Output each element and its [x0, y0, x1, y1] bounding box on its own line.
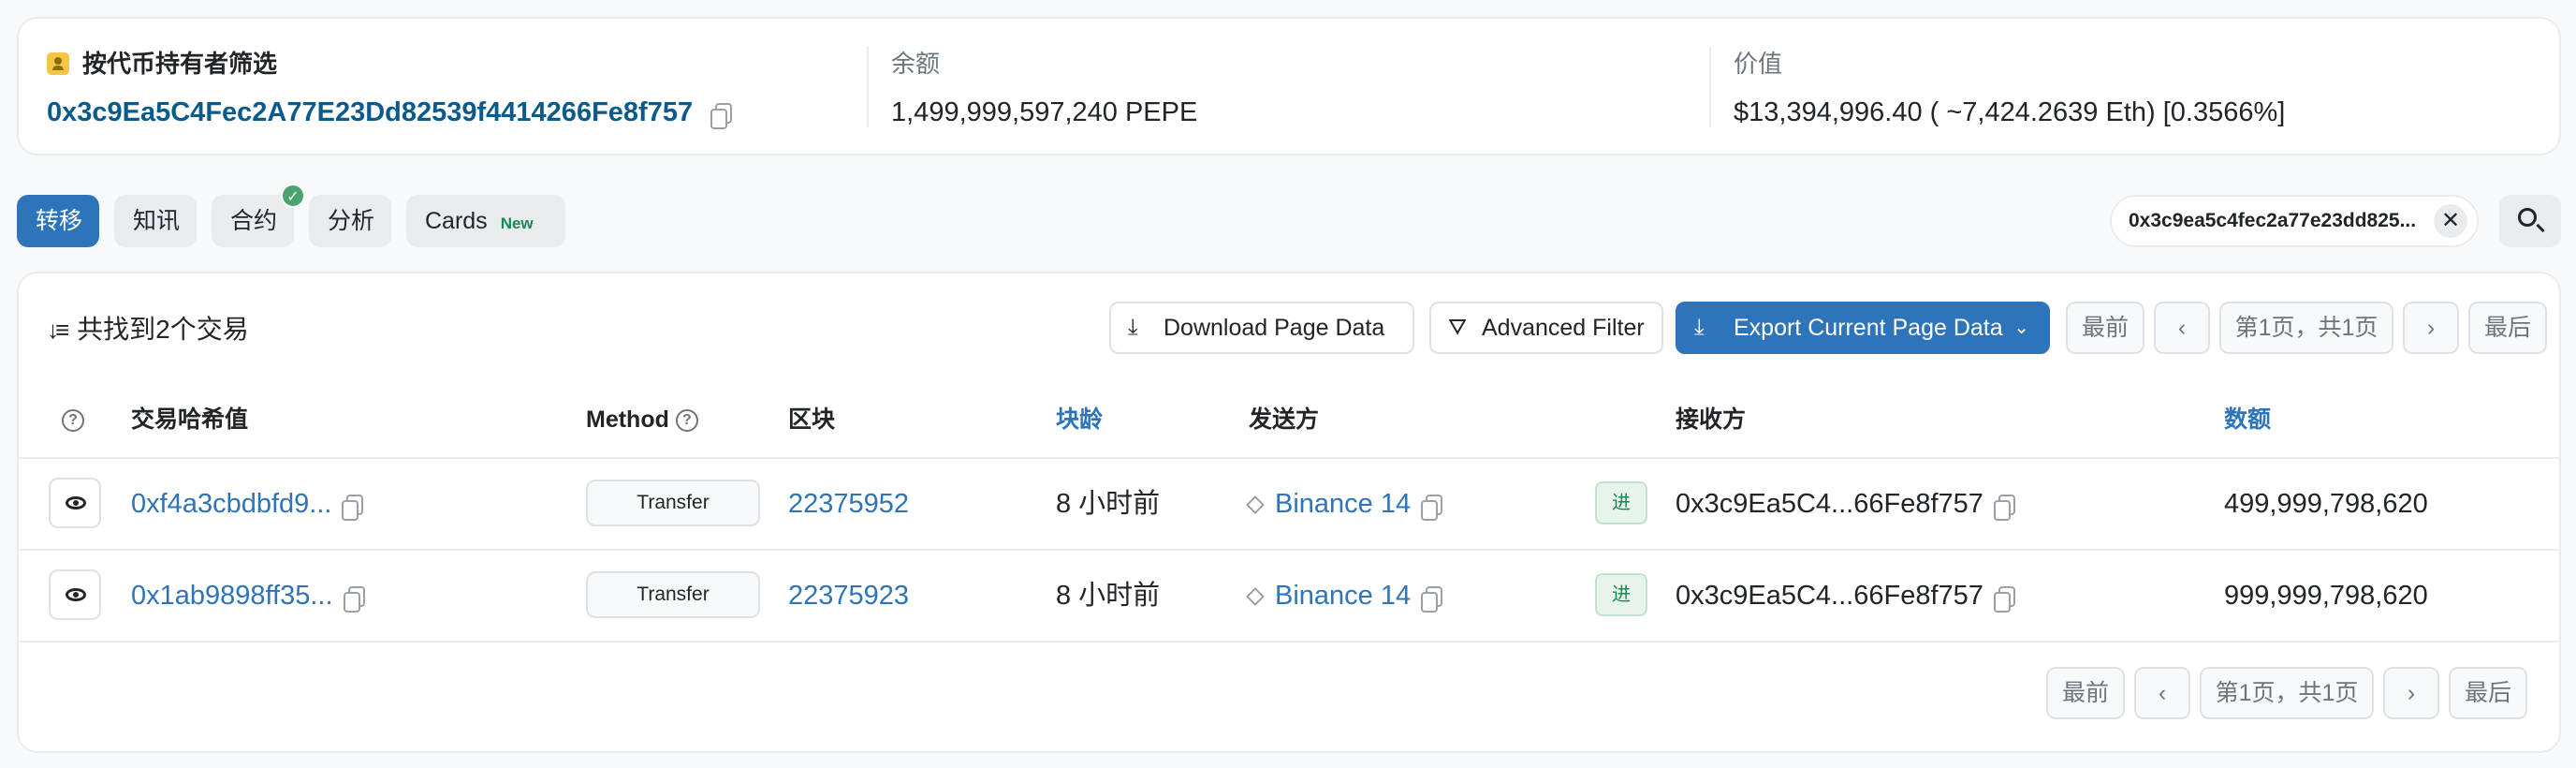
- age-cell: 8 小时前: [1056, 489, 1161, 519]
- pagination-first[interactable]: 最前: [2066, 302, 2144, 354]
- search-button[interactable]: [2499, 195, 2561, 247]
- pagination-next[interactable]: ›: [2403, 302, 2459, 354]
- copy-icon[interactable]: [1421, 495, 1443, 522]
- from-link[interactable]: Binance 14: [1275, 581, 1411, 611]
- age-cell: 8 小时前: [1056, 581, 1161, 611]
- download-icon: ⤓: [1694, 315, 1705, 340]
- block-link[interactable]: 22375952: [788, 459, 909, 549]
- table-row: 0xf4a3cbdbfd9... Transfer 22375952 8 小时前…: [19, 459, 2559, 549]
- table-row: 0x1ab9898ff35... Transfer 22375923 8 小时前…: [19, 551, 2559, 641]
- holder-address-row: 0x3c9Ea5C4Fec2A77E23Dd82539f4414266Fe8f7…: [47, 94, 733, 131]
- new-badge: New: [500, 214, 534, 232]
- copy-icon[interactable]: [710, 103, 733, 130]
- to-address: 0x3c9Ea5C4...66Fe8f757: [1676, 581, 1983, 611]
- eye-icon: [66, 496, 86, 510]
- result-count: ↓≡ 共找到2个交易: [47, 311, 249, 348]
- preview-button[interactable]: [49, 569, 101, 620]
- pagination-last[interactable]: 最后: [2468, 302, 2547, 354]
- help-icon[interactable]: ?: [675, 409, 698, 433]
- tx-hash-link[interactable]: 0xf4a3cbdbfd9...: [131, 489, 331, 519]
- eye-icon: [66, 588, 86, 601]
- export-current-page-button[interactable]: ⤓ Export Current Page Data ⌄: [1676, 302, 2050, 354]
- to-cell: 0x3c9Ea5C4...66Fe8f757: [1676, 459, 2015, 549]
- value-amount: $13,394,996.40 ( ~7,424.2639 Eth) [0.356…: [1734, 97, 2286, 127]
- download-icon: ⤓: [1128, 315, 1138, 340]
- column-header-age[interactable]: 块龄: [1056, 403, 1103, 436]
- tab-cards-label: Cards: [425, 208, 488, 234]
- verified-check-icon: ✓: [281, 184, 305, 208]
- column-header-to: 接收方: [1676, 406, 1747, 433]
- user-badge-icon: [47, 52, 69, 75]
- pagination-first[interactable]: 最前: [2046, 667, 2125, 719]
- balance-column: 余额 1,499,999,597,240 PEPE: [891, 47, 1197, 131]
- tab-cards[interactable]: Cards New: [406, 195, 565, 247]
- pagination-prev[interactable]: ‹: [2134, 667, 2190, 719]
- divider: [867, 47, 869, 127]
- block-link[interactable]: 22375923: [788, 551, 909, 641]
- tx-hash-cell: 0xf4a3cbdbfd9...: [131, 459, 364, 549]
- column-header-amount[interactable]: 数额: [2224, 403, 2271, 436]
- to-address: 0x3c9Ea5C4...66Fe8f757: [1676, 489, 1983, 519]
- help-icon[interactable]: ?: [62, 409, 84, 433]
- holder-filter-column: 按代币持有者筛选 0x3c9Ea5C4Fec2A77E23Dd82539f441…: [47, 47, 733, 131]
- pagination-next[interactable]: ›: [2383, 667, 2439, 719]
- tab-info[interactable]: 知讯: [114, 195, 197, 247]
- from-link[interactable]: Binance 14: [1275, 489, 1411, 519]
- copy-icon[interactable]: [1993, 586, 2015, 613]
- download-page-data-button[interactable]: ⤓ Download Page Data: [1109, 302, 1414, 354]
- method-badge: Transfer: [586, 480, 760, 526]
- pagination-last[interactable]: 最后: [2449, 667, 2527, 719]
- advanced-filter-button[interactable]: ⛛ Advanced Filter: [1429, 302, 1663, 354]
- method-badge: Transfer: [586, 571, 760, 618]
- amount-cell: 999,999,798,620: [2224, 581, 2428, 611]
- contract-icon: [1246, 495, 1265, 515]
- copy-icon[interactable]: [1421, 586, 1443, 613]
- to-cell: 0x3c9Ea5C4...66Fe8f757: [1676, 551, 2015, 641]
- column-header-from: 发送方: [1249, 406, 1320, 433]
- preview-button[interactable]: [49, 478, 101, 528]
- contract-icon: [1246, 587, 1265, 607]
- help-column-header: ?: [62, 403, 84, 436]
- holder-filter-title: 按代币持有者筛选: [47, 47, 732, 81]
- divider: [1709, 47, 1711, 127]
- value-column: 价值 $13,394,996.40 ( ~7,424.2639 Eth) [0.…: [1734, 47, 2285, 131]
- filter-icon: ⛛: [1448, 315, 1468, 340]
- pagination-info: 第1页，共1页: [2219, 302, 2393, 354]
- filter-chip-text: 0x3c9ea5c4fec2a77e23dd825...: [2129, 210, 2417, 231]
- copy-icon[interactable]: [343, 586, 365, 613]
- close-icon[interactable]: ✕: [2434, 204, 2467, 238]
- balance-label: 余额: [891, 50, 941, 78]
- divider: [19, 641, 2559, 642]
- search-icon: [2518, 208, 2537, 227]
- chevron-down-icon: ⌄: [2013, 318, 2029, 338]
- column-header-block: 区块: [788, 406, 836, 433]
- holder-summary-card: 按代币持有者筛选 0x3c9Ea5C4Fec2A77E23Dd82539f441…: [17, 17, 2561, 155]
- pagination-prev[interactable]: ‹: [2154, 302, 2210, 354]
- amount-cell: 499,999,798,620: [2224, 489, 2428, 519]
- value-label: 价值: [1734, 50, 1783, 78]
- tx-hash-link[interactable]: 0x1ab9898ff35...: [131, 581, 333, 611]
- address-filter-chip: 0x3c9ea5c4fec2a77e23dd825... ✕: [2110, 195, 2479, 247]
- pagination-info: 第1页，共1页: [2200, 667, 2374, 719]
- holder-address-link[interactable]: 0x3c9Ea5C4Fec2A77E23Dd82539f4414266Fe8f7…: [47, 97, 693, 127]
- column-header-method: Method ?: [586, 403, 698, 436]
- tab-contract[interactable]: 合约: [212, 195, 294, 247]
- direction-in-badge: 进: [1595, 573, 1647, 616]
- direction-in-badge: 进: [1595, 481, 1647, 524]
- copy-icon[interactable]: [1993, 495, 2015, 522]
- column-header-hash: 交易哈希值: [131, 406, 249, 433]
- sort-icon[interactable]: ↓≡: [47, 311, 69, 348]
- copy-icon[interactable]: [342, 495, 364, 522]
- transactions-card: ↓≡ 共找到2个交易 ⤓ Download Page Data ⛛ Advanc…: [17, 272, 2561, 753]
- from-cell: Binance 14: [1246, 551, 1443, 641]
- tab-analytics[interactable]: 分析: [309, 195, 391, 247]
- from-cell: Binance 14: [1246, 459, 1443, 549]
- tx-hash-cell: 0x1ab9898ff35...: [131, 551, 365, 641]
- tab-transfers[interactable]: 转移: [17, 195, 99, 247]
- balance-value: 1,499,999,597,240 PEPE: [891, 97, 1198, 127]
